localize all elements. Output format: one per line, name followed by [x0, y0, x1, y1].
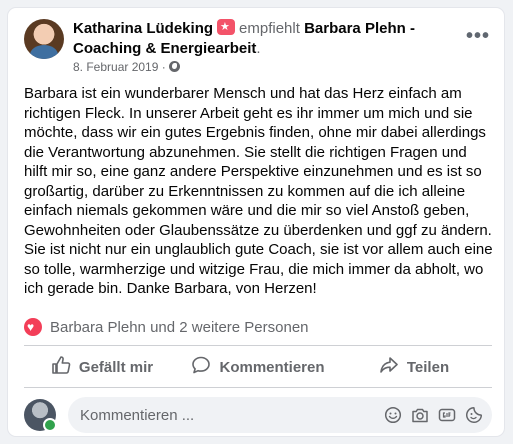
globe-icon: [168, 61, 180, 72]
comment-button[interactable]: Kommentieren: [180, 349, 336, 385]
meta-separator: ·: [161, 60, 166, 74]
reactions-text[interactable]: Barbara Plehn und 2 weitere Personen: [50, 319, 309, 336]
comment-composer: [24, 397, 492, 433]
share-arrow-icon: [379, 355, 399, 379]
post-card: Katharina Lüdeking empfiehlt Barbara Pleh…: [7, 7, 505, 437]
divider: [24, 345, 492, 346]
action-bar: Gefällt mir Kommentieren Teilen: [24, 349, 492, 385]
post-meta: 8. Februar 2019 ·: [73, 60, 180, 74]
star-badge-icon: [217, 19, 236, 35]
author-name[interactable]: Katharina Lüdeking: [73, 20, 213, 37]
divider: [24, 387, 492, 388]
recommends-text: empfiehlt: [239, 20, 300, 37]
thumbs-up-icon: [51, 355, 71, 379]
sticker-icon[interactable]: [464, 405, 484, 425]
speech-bubble-icon: [191, 355, 211, 379]
share-label: Teilen: [406, 358, 450, 376]
author-avatar[interactable]: [24, 19, 64, 59]
more-options-icon[interactable]: •••: [466, 26, 490, 46]
post-header: Katharina Lüdekingempfiehlt Barbara Pleh…: [73, 19, 433, 59]
post-text: Barbara ist ein wunderbarer Mensch und h…: [24, 85, 493, 297]
post-date[interactable]: 8. Februar 2019: [73, 60, 158, 74]
share-button[interactable]: Teilen: [336, 349, 492, 385]
comment-box[interactable]: [68, 397, 492, 433]
comment-input[interactable]: [80, 406, 376, 424]
camera-icon[interactable]: [410, 405, 430, 425]
heart-icon: [24, 318, 42, 336]
like-button[interactable]: Gefällt mir: [24, 349, 180, 385]
comment-label: Kommentieren: [219, 358, 325, 376]
user-avatar[interactable]: [24, 399, 57, 432]
reactions-summary[interactable]: Barbara Plehn und 2 weitere Personen: [24, 316, 309, 338]
gif-icon[interactable]: [437, 405, 457, 425]
emoji-icon[interactable]: [383, 405, 403, 425]
header-period: .: [256, 40, 261, 57]
like-label: Gefällt mir: [78, 358, 154, 376]
